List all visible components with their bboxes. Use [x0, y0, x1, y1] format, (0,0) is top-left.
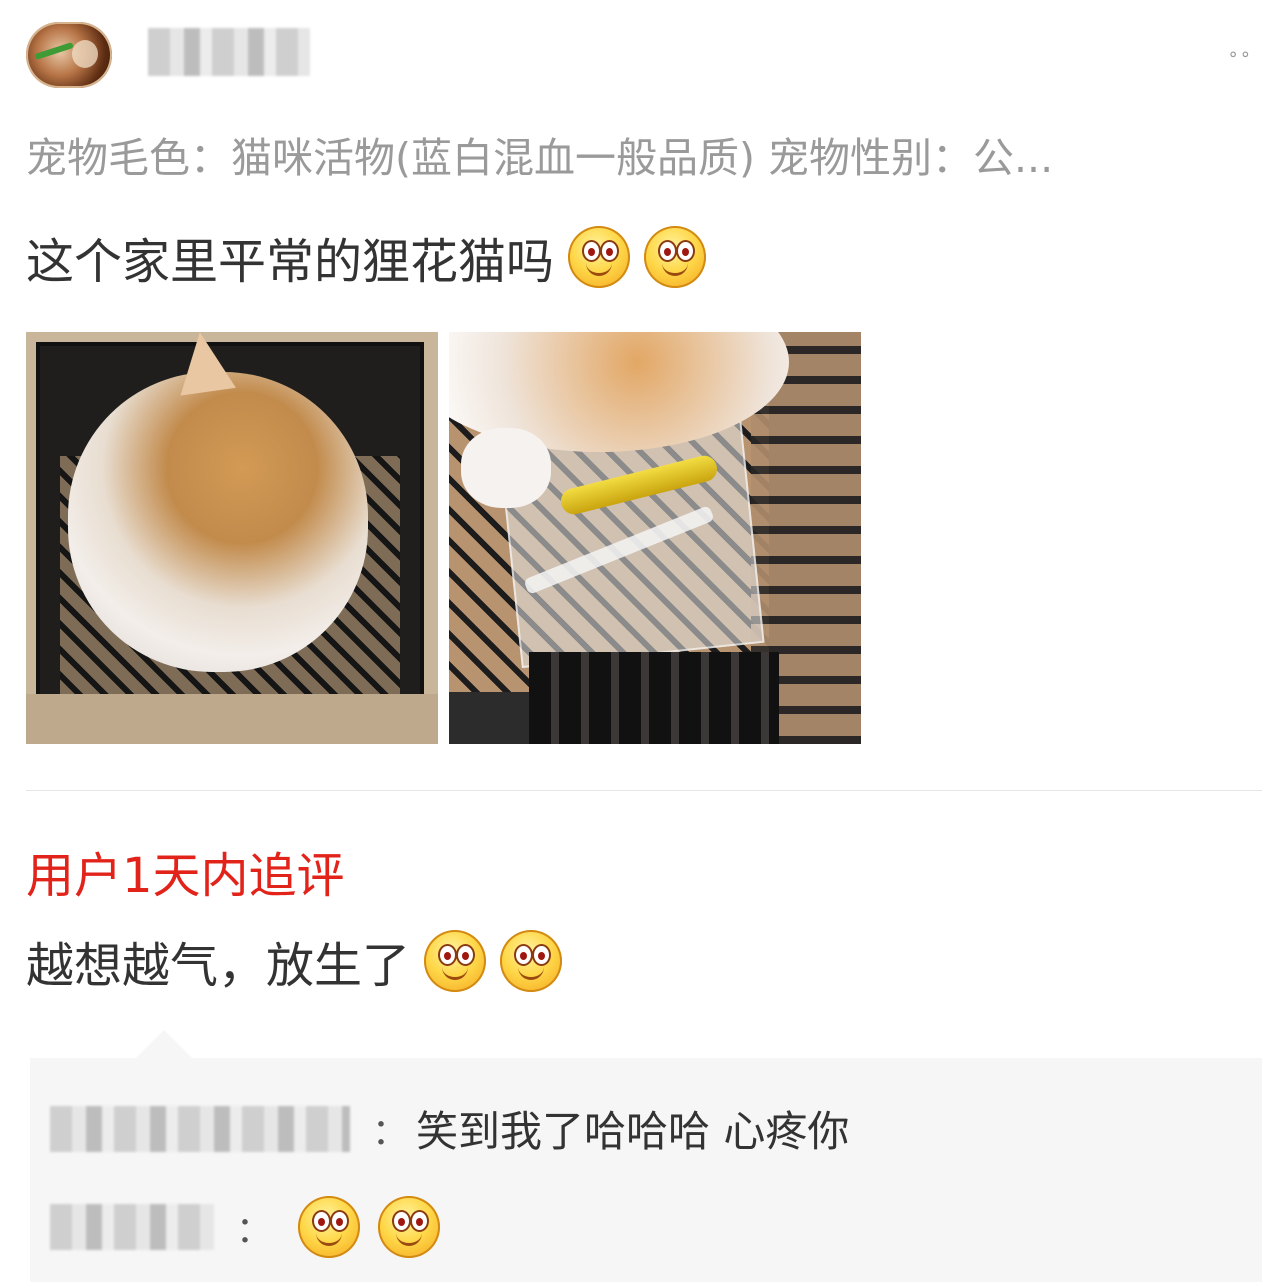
- follow-up-title: 用户1天内追评: [26, 848, 345, 904]
- reply-username-blurred[interactable]: [50, 1105, 350, 1152]
- follow-up-text: 越想越气，放生了: [26, 938, 411, 994]
- smile-emoji-icon: [500, 930, 563, 992]
- cat-ear-illustration: [172, 332, 236, 396]
- crate-bottom-illustration: [529, 652, 779, 744]
- reply-username-blurred[interactable]: [50, 1204, 214, 1250]
- review-text: 这个家里平常的狸花猫吗: [26, 234, 555, 290]
- cat-paw-illustration: [461, 428, 551, 508]
- product-spec: 宠物毛色：猫咪活物(蓝白混血一般品质) 宠物性别：公...: [26, 134, 1054, 182]
- smile-emoji-icon: [568, 226, 631, 288]
- reply-colon: ：: [372, 1111, 409, 1153]
- follow-up-content: 越想越气，放生了: [26, 926, 563, 996]
- smile-emoji-icon: [644, 226, 707, 288]
- username-blurred[interactable]: [148, 28, 310, 76]
- smile-emoji-icon: [298, 1196, 361, 1258]
- smile-emoji-icon: [378, 1196, 441, 1258]
- review-photo-1[interactable]: [26, 332, 438, 744]
- cardboard-illustration: [26, 694, 438, 744]
- reply-item[interactable]: ： 笑到我了哈哈哈 心疼你: [50, 1098, 849, 1159]
- reply-item[interactable]: ：: [50, 1196, 441, 1258]
- review-page: ∘∘ 宠物毛色：猫咪活物(蓝白混血一般品质) 宠物性别：公... 这个家里平常的…: [0, 0, 1262, 1282]
- reply-text: 笑到我了哈哈哈 心疼你: [416, 1107, 850, 1156]
- review-content: 这个家里平常的狸花猫吗: [26, 222, 707, 292]
- review-photo-2[interactable]: [449, 332, 861, 744]
- reply-colon: ：: [236, 1210, 273, 1251]
- more-menu-icon[interactable]: ∘∘: [1227, 44, 1252, 65]
- user-avatar[interactable]: [26, 22, 112, 88]
- smile-emoji-icon: [424, 930, 487, 992]
- reply-box-pointer: [134, 1030, 194, 1060]
- section-divider: [26, 790, 1262, 791]
- cat-illustration: [68, 372, 368, 672]
